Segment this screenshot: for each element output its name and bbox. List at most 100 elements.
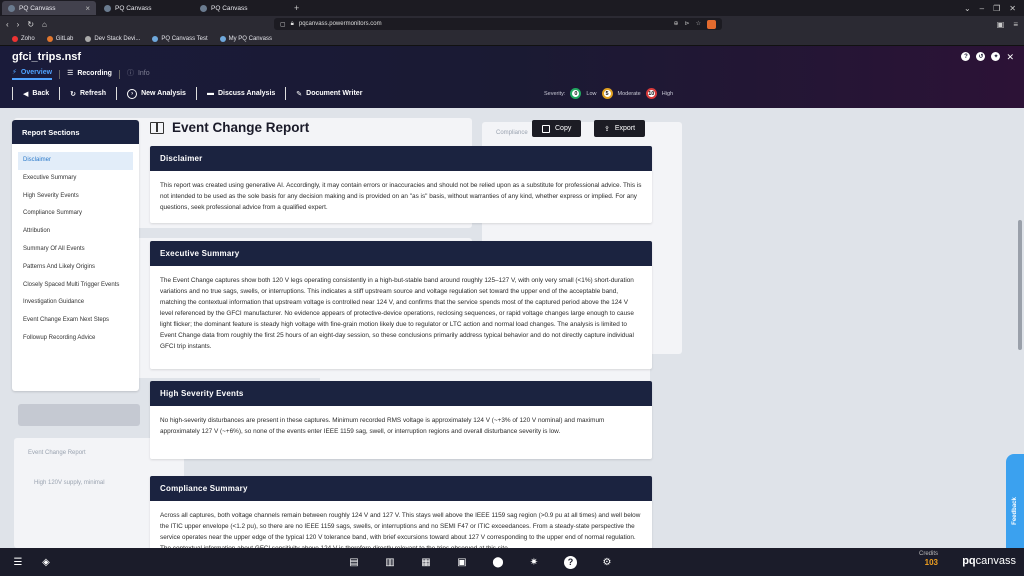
back-arrow-icon[interactable]: ‹ (6, 20, 9, 29)
favicon-icon (104, 4, 111, 12)
chart-icon[interactable]: ▦ (420, 556, 432, 568)
maximize-icon[interactable]: ❐ (993, 4, 1000, 13)
home-icon[interactable]: ⌂ (42, 20, 47, 29)
severity-moderate-count: 5 (601, 88, 613, 99)
hamburger-menu-icon[interactable]: ☰ (12, 556, 24, 568)
tab-info[interactable]: ⓘ Info (127, 68, 150, 80)
credits-label: Credits (918, 551, 938, 557)
overview-icon: ⚡ (12, 69, 17, 76)
scrollbar[interactable] (1018, 220, 1022, 350)
menu-icon[interactable]: ≡ (1013, 20, 1018, 29)
url-text: pqcanvass.powermonitors.com (298, 21, 382, 27)
back-arrow-icon: ◀ (23, 90, 29, 98)
bookmark-devstack[interactable]: Dev Stack Devi... (85, 35, 140, 42)
browser-tab[interactable]: PQ Canvass × (2, 1, 96, 15)
sidebar-item-next-steps[interactable]: Event Change Exam Next Steps (18, 312, 133, 330)
help-icon[interactable]: ? (961, 52, 971, 61)
severity-summary: Severity: 0 Low 5 Moderate 10 High (544, 88, 673, 99)
export-button[interactable]: ⇪ Export (594, 120, 646, 137)
bookmarks-bar: Zoho GitLab Dev Stack Devi... PQ Canvass… (0, 32, 1024, 46)
section-heading: High Severity Events (150, 381, 652, 406)
feedback-tab[interactable]: Feedback (1006, 454, 1024, 548)
bookmark-icon[interactable]: ☆ (696, 20, 701, 29)
refresh-icon: ↻ (70, 90, 76, 98)
reload-icon[interactable]: ↻ (27, 20, 34, 29)
close-icon[interactable]: ✕ (1006, 52, 1014, 63)
tab-overview[interactable]: ⚡ Overview (12, 68, 53, 80)
url-bar[interactable]: ▢ 🔒︎ pqcanvass.powermonitors.com ⊕ ⊳ ☆ (274, 18, 722, 30)
severity-low-count: 0 (570, 88, 582, 99)
export-icon: ⇪ (604, 125, 610, 133)
chevron-right-icon: › (127, 88, 138, 99)
gear-icon[interactable]: ⚙ (601, 556, 613, 568)
browser-tab[interactable]: PQ Canvass (98, 1, 192, 15)
sidebar-item-investigation-guidance[interactable]: Investigation Guidance (18, 294, 133, 312)
main-area: Compliance Event Change Report High 120V… (0, 108, 1024, 548)
copy-button[interactable]: Copy (532, 120, 582, 137)
satellite-icon[interactable]: ✷ (528, 556, 540, 568)
refresh-button[interactable]: ↻ Refresh (70, 90, 106, 98)
page-info-icon[interactable]: ▢ (280, 21, 286, 28)
browser-tabbar: PQ Canvass × PQ Canvass PQ Canvass + ⌄ –… (0, 0, 1024, 16)
help-icon[interactable]: ? (564, 555, 577, 569)
report-section-disclaimer: Disclaimer This report was created using… (150, 146, 652, 223)
chevron-down-icon[interactable]: ⌄ (964, 4, 971, 13)
sidebar-item-executive-summary[interactable]: Executive Summary (18, 170, 133, 188)
back-button[interactable]: ◀ Back (23, 90, 49, 98)
severity-label: Severity: (544, 90, 566, 97)
report-icon[interactable]: ▤ (348, 556, 360, 568)
chat-icon: ▬ (206, 90, 214, 97)
browser-tab-label: PQ Canvass (211, 4, 248, 12)
bookmark-gitlab[interactable]: GitLab (46, 35, 73, 42)
new-tab-icon[interactable]: + (294, 3, 299, 13)
sidebar-item-followup-advice[interactable]: Followup Recording Advice (18, 330, 133, 348)
new-analysis-button[interactable]: › New Analysis (127, 88, 186, 99)
severity-high-label: High (661, 90, 674, 97)
section-heading: Disclaimer (150, 146, 652, 171)
forward-arrow-icon[interactable]: › (17, 20, 20, 29)
bottom-toolbar: ☰ ◈ ▤ ▥ ▦ ▣ ⬤ ✷ ? ⚙ Credits 103 pqcanvas… (0, 548, 1024, 576)
pin-icon[interactable]: ✦ (991, 52, 1001, 61)
credits-display: Credits 103 (919, 551, 938, 567)
minimize-icon[interactable]: – (980, 4, 984, 13)
background-report-label: Event Change Report (28, 450, 86, 456)
sidebar-item-high-severity-events[interactable]: High Severity Events (18, 188, 133, 206)
section-body: This report was created using generative… (160, 182, 642, 211)
section-heading: Compliance Summary (150, 476, 652, 501)
bookmark-zoho[interactable]: Zoho (12, 35, 35, 42)
sidebar-item-compliance-summary[interactable]: Compliance Summary (18, 205, 133, 223)
list-icon: ☰ (67, 70, 74, 77)
section-body: The Event Change captures show both 120 … (160, 277, 634, 350)
discuss-analysis-button[interactable]: ▬ Discuss Analysis (207, 90, 275, 97)
severity-moderate-label: Moderate (617, 90, 641, 97)
brave-shield-icon[interactable] (707, 19, 716, 29)
tab-recording[interactable]: ☰ Recording (67, 69, 112, 79)
camera-icon[interactable]: ▣ (456, 556, 468, 568)
document-writer-button[interactable]: ✎ Document Writer (296, 90, 362, 98)
sidebar-toggle-icon[interactable]: ▣ (997, 20, 1005, 29)
file-name: gfci_trips.nsf (12, 51, 82, 63)
location-pin-icon[interactable]: ⬤ (492, 556, 504, 568)
favicon-icon (200, 4, 207, 12)
sidebar-item-summary-of-all-events[interactable]: Summary Of All Events (18, 241, 133, 259)
close-window-icon[interactable]: ✕ (1009, 4, 1016, 13)
sidebar-item-disclaimer[interactable]: Disclaimer (18, 152, 133, 170)
bookmark-my-pq[interactable]: My PQ Canvass (219, 35, 272, 42)
share-icon[interactable]: ⊳ (685, 20, 690, 29)
sidebar-item-multi-trigger[interactable]: Closely Spaced Multi Trigger Events (18, 277, 133, 295)
app-header: gfci_trips.nsf ⚡ Overview ☰ Recording ⓘ … (0, 46, 1024, 108)
sidebar-item-patterns[interactable]: Patterns And Likely Origins (18, 259, 133, 277)
bookmark-pq-test[interactable]: PQ Canvass Test (152, 35, 208, 42)
zoom-icon[interactable]: ⊕ (674, 20, 679, 29)
waveform-icon[interactable]: ▥ (384, 556, 396, 568)
close-icon[interactable]: × (85, 4, 90, 13)
book-icon (150, 121, 164, 134)
layers-icon[interactable]: ◈ (40, 556, 52, 568)
report-panel: Event Change Report Copy ⇪ Export Discla… (150, 108, 652, 548)
copy-icon (542, 124, 550, 133)
sidebar-item-attribution[interactable]: Attribution (18, 223, 133, 241)
report-sections-title: Report Sections (12, 120, 139, 144)
browser-tab-label: PQ Canvass (115, 4, 152, 12)
browser-tab[interactable]: PQ Canvass (194, 1, 288, 15)
history-icon[interactable]: ↺ (976, 52, 986, 61)
